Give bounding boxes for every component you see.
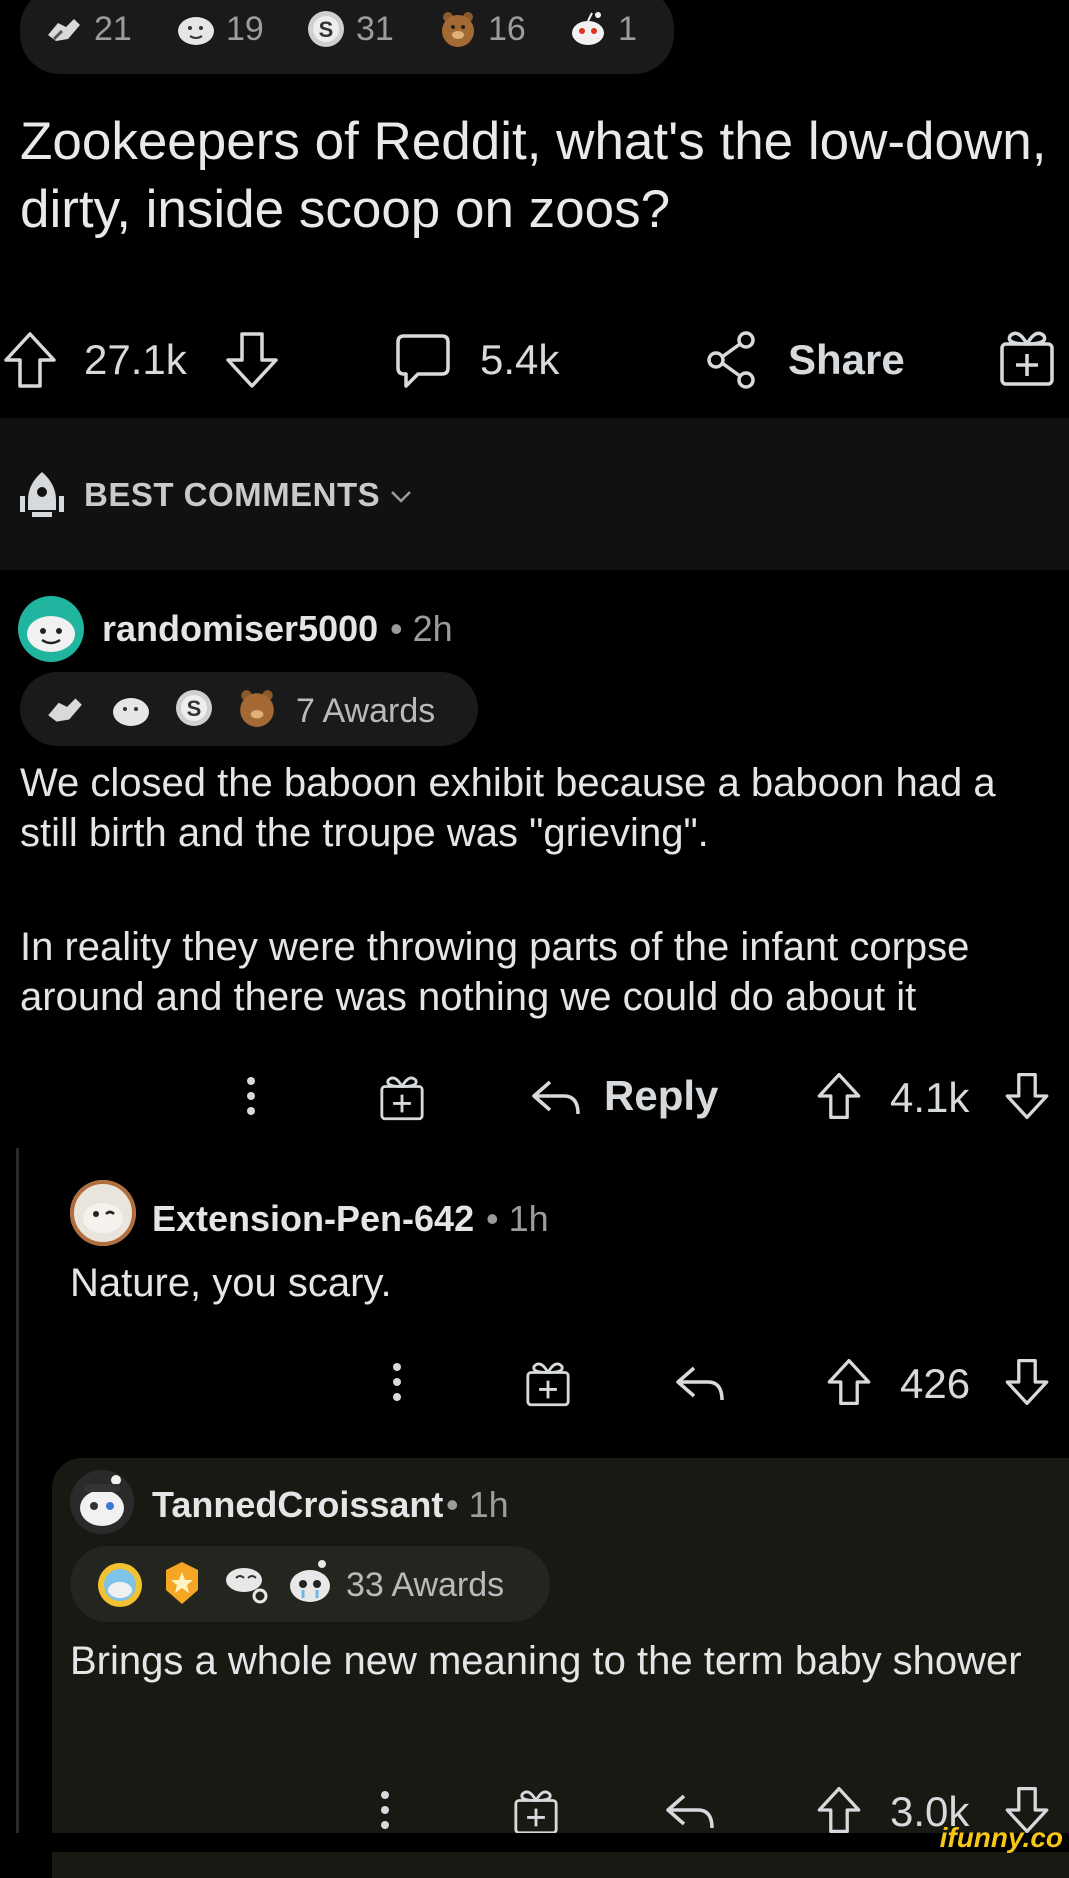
comment-username[interactable]: TannedCroissant bbox=[152, 1484, 443, 1526]
downvote-icon[interactable] bbox=[1004, 1070, 1050, 1122]
award-gift-icon[interactable] bbox=[524, 1358, 572, 1408]
awards-count: 7 Awards bbox=[296, 692, 436, 730]
rocket-icon bbox=[20, 470, 64, 520]
comment-body-paragraph: Nature, you scary. bbox=[70, 1261, 392, 1305]
avatar[interactable] bbox=[70, 1470, 134, 1534]
comment-body-paragraph: We closed the baboon exhibit because a b… bbox=[20, 761, 996, 855]
award-gift-icon[interactable] bbox=[998, 326, 1056, 388]
award-snoo[interactable]: 1 bbox=[568, 0, 637, 58]
upvote-icon[interactable] bbox=[816, 1784, 862, 1836]
silver-award-icon: S bbox=[306, 9, 346, 49]
bear-hug-award-icon bbox=[236, 686, 278, 730]
award-gift-icon[interactable] bbox=[512, 1786, 560, 1836]
reply-icon[interactable] bbox=[664, 1792, 716, 1832]
sort-label[interactable]: BEST COMMENTS bbox=[84, 476, 380, 514]
avatar[interactable] bbox=[70, 1180, 136, 1246]
reply-icon[interactable] bbox=[674, 1364, 726, 1404]
silver-award-icon: S bbox=[174, 688, 214, 728]
comment-icon[interactable] bbox=[394, 332, 452, 390]
comment-username[interactable]: Extension-Pen-642 bbox=[152, 1198, 474, 1240]
post-score: 27.1k bbox=[84, 336, 187, 383]
award-handshake[interactable]: 21 bbox=[44, 0, 132, 58]
wholesome-seal-award-icon bbox=[108, 690, 154, 730]
watermark: ifunny.co bbox=[939, 1822, 1063, 1853]
reply-icon[interactable] bbox=[530, 1078, 582, 1118]
share-icon[interactable] bbox=[704, 330, 760, 390]
comment-time: • 1h bbox=[486, 1198, 549, 1239]
star-award-icon bbox=[162, 1560, 202, 1606]
comment-score: 4.1k bbox=[890, 1074, 970, 1121]
bottom-edge bbox=[0, 1833, 1069, 1852]
sun-award-icon bbox=[94, 1560, 146, 1610]
reply-button[interactable]: Reply bbox=[604, 1072, 718, 1120]
bear-hug-award-icon bbox=[438, 9, 478, 49]
handshake-award-icon bbox=[44, 9, 84, 49]
more-options-icon[interactable] bbox=[246, 1076, 256, 1116]
upvote-icon[interactable] bbox=[826, 1356, 872, 1408]
snoo-award-icon bbox=[568, 9, 608, 49]
handshake-award-icon bbox=[44, 688, 86, 730]
awards-count: 33 Awards bbox=[346, 1566, 505, 1604]
share-button[interactable]: Share bbox=[788, 336, 905, 384]
comment-count: 5.4k bbox=[480, 336, 560, 383]
chevron-down-icon[interactable] bbox=[390, 490, 412, 504]
post-action-bar: 27.1k 5.4k Share bbox=[0, 300, 1069, 412]
more-options-icon[interactable] bbox=[380, 1790, 390, 1830]
award-silver[interactable]: S 31 bbox=[306, 0, 394, 58]
award-wholesome[interactable]: 19 bbox=[176, 0, 264, 58]
upvote-icon[interactable] bbox=[2, 330, 58, 390]
tea-award-icon bbox=[222, 1556, 270, 1606]
svg-text:S: S bbox=[187, 696, 202, 721]
comment-sort-section: BEST COMMENTS bbox=[0, 418, 1069, 570]
snoo-tears-award-icon bbox=[286, 1558, 334, 1606]
comment-score: 426 bbox=[900, 1360, 971, 1407]
comment-body-paragraph: In reality they were throwing parts of t… bbox=[20, 925, 970, 1019]
award-bear[interactable]: 16 bbox=[438, 0, 526, 58]
wholesome-seal-award-icon bbox=[176, 9, 216, 49]
downvote-icon[interactable] bbox=[1004, 1356, 1050, 1408]
downvote-icon[interactable] bbox=[224, 330, 280, 390]
comment-time: • 2h bbox=[390, 608, 453, 649]
upvote-icon[interactable] bbox=[816, 1070, 862, 1122]
award-gift-icon[interactable] bbox=[378, 1072, 426, 1122]
thread-line[interactable] bbox=[16, 1148, 19, 1852]
post-title: Zookeepers of Reddit, what's the low-dow… bbox=[20, 112, 1047, 239]
more-options-icon[interactable] bbox=[392, 1362, 402, 1402]
comment-username[interactable]: randomiser5000 bbox=[102, 608, 378, 650]
svg-text:S: S bbox=[319, 17, 334, 42]
comment-time: • 1h bbox=[446, 1484, 509, 1525]
avatar[interactable] bbox=[18, 596, 84, 662]
comment-body-paragraph: Brings a whole new meaning to the term b… bbox=[70, 1639, 1022, 1683]
